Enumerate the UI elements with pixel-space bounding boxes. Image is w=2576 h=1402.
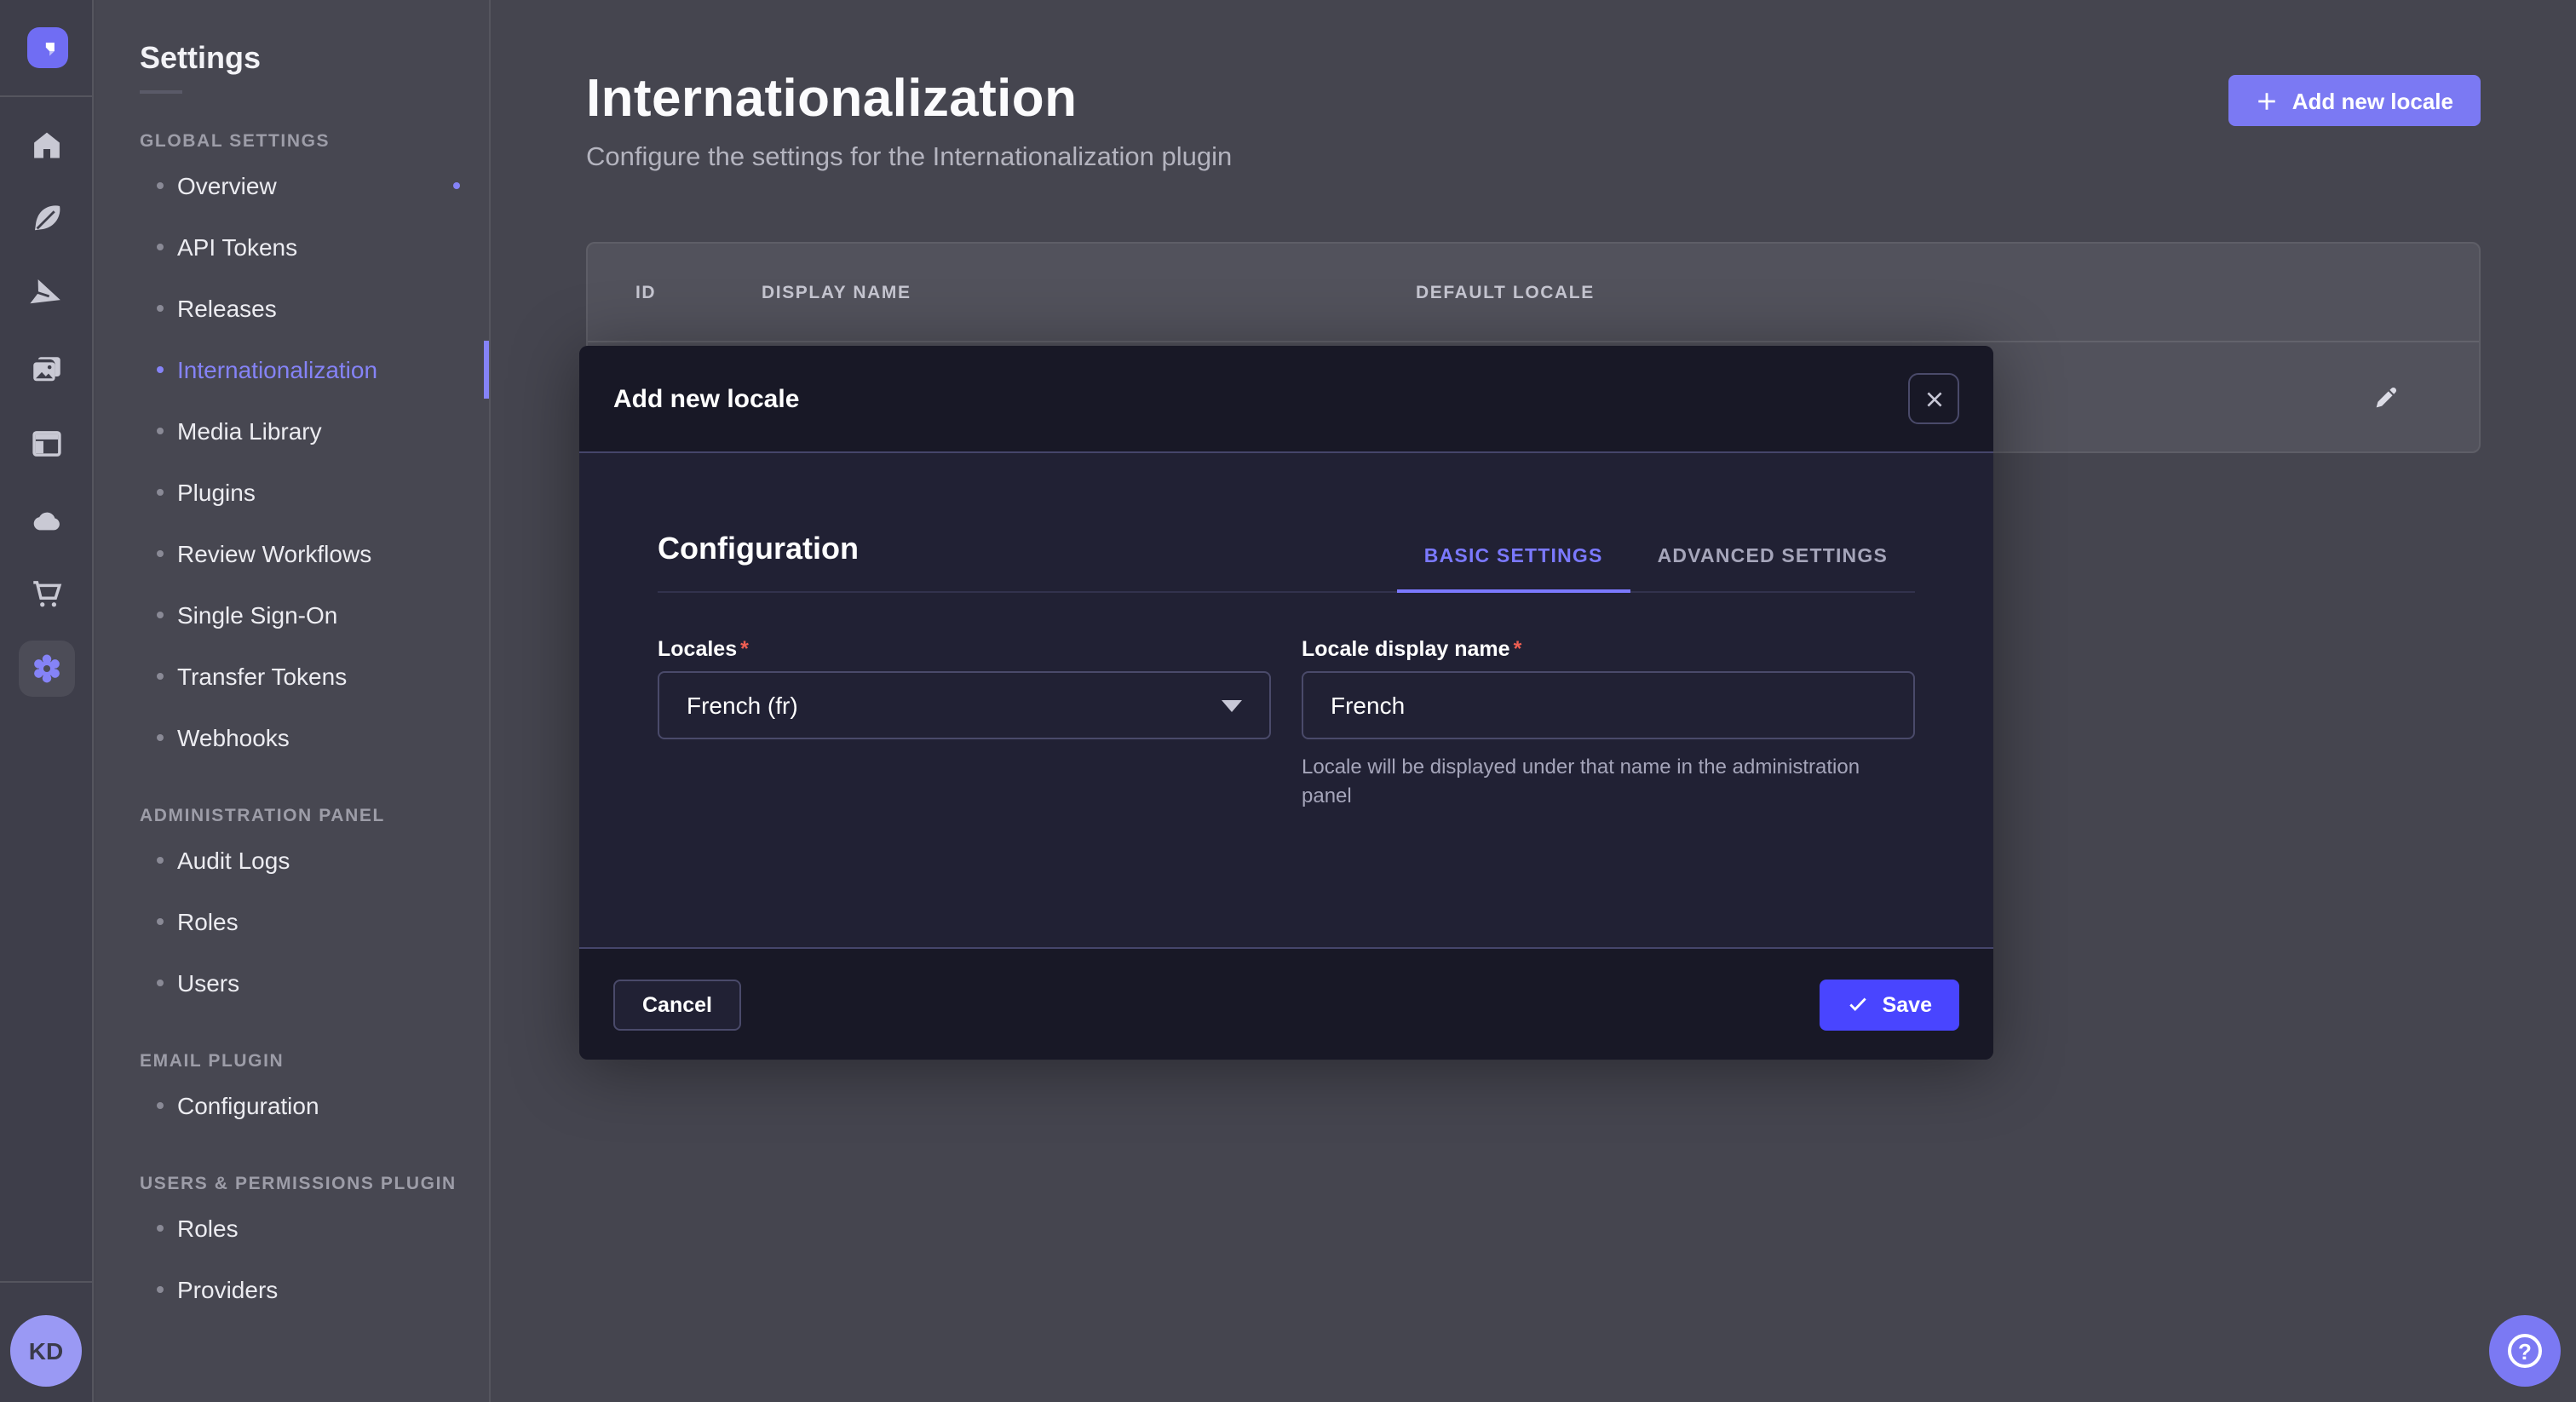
page-title: Internationalization bbox=[586, 68, 2481, 129]
plus-icon bbox=[2257, 89, 2279, 112]
bullet-icon bbox=[157, 673, 164, 680]
add-locale-modal: Add new locale Configuration BASIC SETTI… bbox=[579, 346, 1993, 1060]
help-icon: ? bbox=[2508, 1334, 2542, 1368]
close-modal-button[interactable] bbox=[1908, 373, 1959, 424]
bullet-icon bbox=[157, 489, 164, 496]
close-icon bbox=[1923, 388, 1945, 410]
main-nav-rail: KD bbox=[0, 0, 94, 1402]
bullet-icon bbox=[157, 1225, 164, 1232]
nav-section-email-plugin: EMAIL PLUGIN Configuration bbox=[95, 1048, 489, 1136]
sidebar-item-review-workflows[interactable]: Review Workflows bbox=[95, 523, 489, 584]
modal-header: Add new locale bbox=[579, 346, 1993, 453]
settings-subnav: Settings GLOBAL SETTINGS Overview API To… bbox=[95, 0, 491, 1402]
bullet-icon bbox=[157, 918, 164, 925]
column-header-default-locale: DEFAULT LOCALE bbox=[1416, 282, 2479, 302]
page-header: Internationalization Configure the setti… bbox=[586, 68, 2481, 174]
nav-section-global: GLOBAL SETTINGS Overview API Tokens Rele… bbox=[95, 128, 489, 768]
active-indicator bbox=[484, 341, 489, 399]
display-name-hint: Locale will be displayed under that name… bbox=[1302, 753, 1915, 811]
sidebar-item-roles[interactable]: Roles bbox=[95, 891, 489, 952]
sidebar-item-providers[interactable]: Providers bbox=[95, 1259, 489, 1320]
bullet-icon bbox=[157, 244, 164, 250]
content-manager-layout-icon[interactable] bbox=[0, 414, 94, 472]
modal-tabs: BASIC SETTINGS ADVANCED SETTINGS bbox=[1397, 547, 1915, 591]
sidebar-item-audit-logs[interactable]: Audit Logs bbox=[95, 830, 489, 891]
sidebar-item-webhooks[interactable]: Webhooks bbox=[95, 707, 489, 768]
tab-basic-settings[interactable]: BASIC SETTINGS bbox=[1397, 547, 1630, 593]
strapi-logo-icon bbox=[35, 35, 60, 60]
cancel-button[interactable]: Cancel bbox=[613, 979, 741, 1030]
check-icon bbox=[1847, 993, 1869, 1015]
bullet-icon bbox=[157, 1102, 164, 1109]
nav-section-label: GLOBAL SETTINGS bbox=[95, 128, 489, 155]
sidebar-item-overview[interactable]: Overview bbox=[95, 155, 489, 216]
nav-section-label: USERS & PERMISSIONS PLUGIN bbox=[95, 1170, 489, 1198]
bullet-icon bbox=[157, 1286, 164, 1293]
subnav-title: Settings bbox=[95, 0, 489, 77]
sidebar-item-releases[interactable]: Releases bbox=[95, 278, 489, 339]
sidebar-item-plugins[interactable]: Plugins bbox=[95, 462, 489, 523]
table-header-row: ID DISPLAY NAME DEFAULT LOCALE bbox=[588, 244, 2479, 341]
modal-fields: Locales* French (fr) Locale display name… bbox=[658, 637, 1915, 811]
add-new-locale-button[interactable]: Add new locale bbox=[2229, 75, 2481, 126]
sidebar-item-media-library[interactable]: Media Library bbox=[95, 400, 489, 462]
bullet-icon bbox=[157, 428, 164, 434]
tab-advanced-settings[interactable]: ADVANCED SETTINGS bbox=[1630, 547, 1915, 593]
strapi-admin: KD Settings GLOBAL SETTINGS Overview API… bbox=[0, 0, 2576, 1402]
display-name-label: Locale display name* bbox=[1302, 637, 1915, 661]
modal-title: Add new locale bbox=[613, 384, 799, 413]
nav-section-label: ADMINISTRATION PANEL bbox=[95, 802, 489, 830]
column-header-display-name: DISPLAY NAME bbox=[762, 282, 1416, 302]
sidebar-item-configuration[interactable]: Configuration bbox=[95, 1075, 489, 1136]
cloud-icon[interactable] bbox=[0, 491, 94, 549]
locales-field: Locales* French (fr) bbox=[658, 637, 1271, 811]
strapi-logo[interactable] bbox=[27, 27, 68, 68]
pencil-icon bbox=[2372, 383, 2401, 412]
marketplace-cart-icon[interactable] bbox=[0, 564, 94, 622]
nav-section-users-permissions: USERS & PERMISSIONS PLUGIN Roles Provide… bbox=[95, 1170, 489, 1320]
rail-bottom-divider bbox=[0, 1281, 94, 1283]
column-header-id: ID bbox=[635, 282, 762, 302]
rail-divider bbox=[0, 95, 94, 97]
modal-footer: Cancel Save bbox=[579, 947, 1993, 1060]
sidebar-item-transfer-tokens[interactable]: Transfer Tokens bbox=[95, 646, 489, 707]
sidebar-item-api-tokens[interactable]: API Tokens bbox=[95, 216, 489, 278]
locales-label: Locales* bbox=[658, 637, 1271, 661]
locales-select[interactable]: French (fr) bbox=[658, 671, 1271, 739]
deploy-send-icon[interactable] bbox=[0, 266, 94, 324]
configuration-title: Configuration bbox=[658, 531, 859, 591]
required-asterisk: * bbox=[1510, 637, 1522, 661]
configuration-header-row: Configuration BASIC SETTINGS ADVANCED SE… bbox=[658, 531, 1915, 593]
settings-gear-icon[interactable] bbox=[19, 641, 75, 697]
display-name-input[interactable] bbox=[1302, 671, 1915, 739]
chevron-down-icon bbox=[1222, 699, 1242, 711]
edit-locale-button[interactable] bbox=[2372, 383, 2401, 412]
modal-body: Configuration BASIC SETTINGS ADVANCED SE… bbox=[579, 453, 1993, 811]
notification-dot bbox=[453, 182, 460, 189]
content-feather-icon[interactable] bbox=[0, 189, 94, 247]
bullet-icon bbox=[157, 366, 164, 373]
nav-section-admin-panel: ADMINISTRATION PANEL Audit Logs Roles Us… bbox=[95, 802, 489, 1014]
save-button[interactable]: Save bbox=[1820, 979, 1959, 1030]
help-button[interactable]: ? bbox=[2489, 1315, 2561, 1387]
required-asterisk: * bbox=[737, 637, 749, 661]
user-avatar[interactable]: KD bbox=[10, 1315, 82, 1387]
sidebar-item-users[interactable]: Users bbox=[95, 952, 489, 1014]
bullet-icon bbox=[157, 612, 164, 618]
bullet-icon bbox=[157, 550, 164, 557]
bullet-icon bbox=[157, 734, 164, 741]
bullet-icon bbox=[157, 182, 164, 189]
nav-section-label: EMAIL PLUGIN bbox=[95, 1048, 489, 1075]
bullet-icon bbox=[157, 857, 164, 864]
sidebar-item-single-sign-on[interactable]: Single Sign-On bbox=[95, 584, 489, 646]
page-subtitle: Configure the settings for the Internati… bbox=[586, 143, 2481, 174]
home-icon[interactable] bbox=[0, 116, 94, 174]
bullet-icon bbox=[157, 980, 164, 986]
sidebar-item-up-roles[interactable]: Roles bbox=[95, 1198, 489, 1259]
bullet-icon bbox=[157, 305, 164, 312]
subnav-title-underline bbox=[140, 90, 182, 94]
display-name-field: Locale display name* Locale will be disp… bbox=[1302, 637, 1915, 811]
media-library-icon[interactable] bbox=[0, 341, 94, 399]
sidebar-item-internationalization[interactable]: Internationalization bbox=[95, 339, 489, 400]
